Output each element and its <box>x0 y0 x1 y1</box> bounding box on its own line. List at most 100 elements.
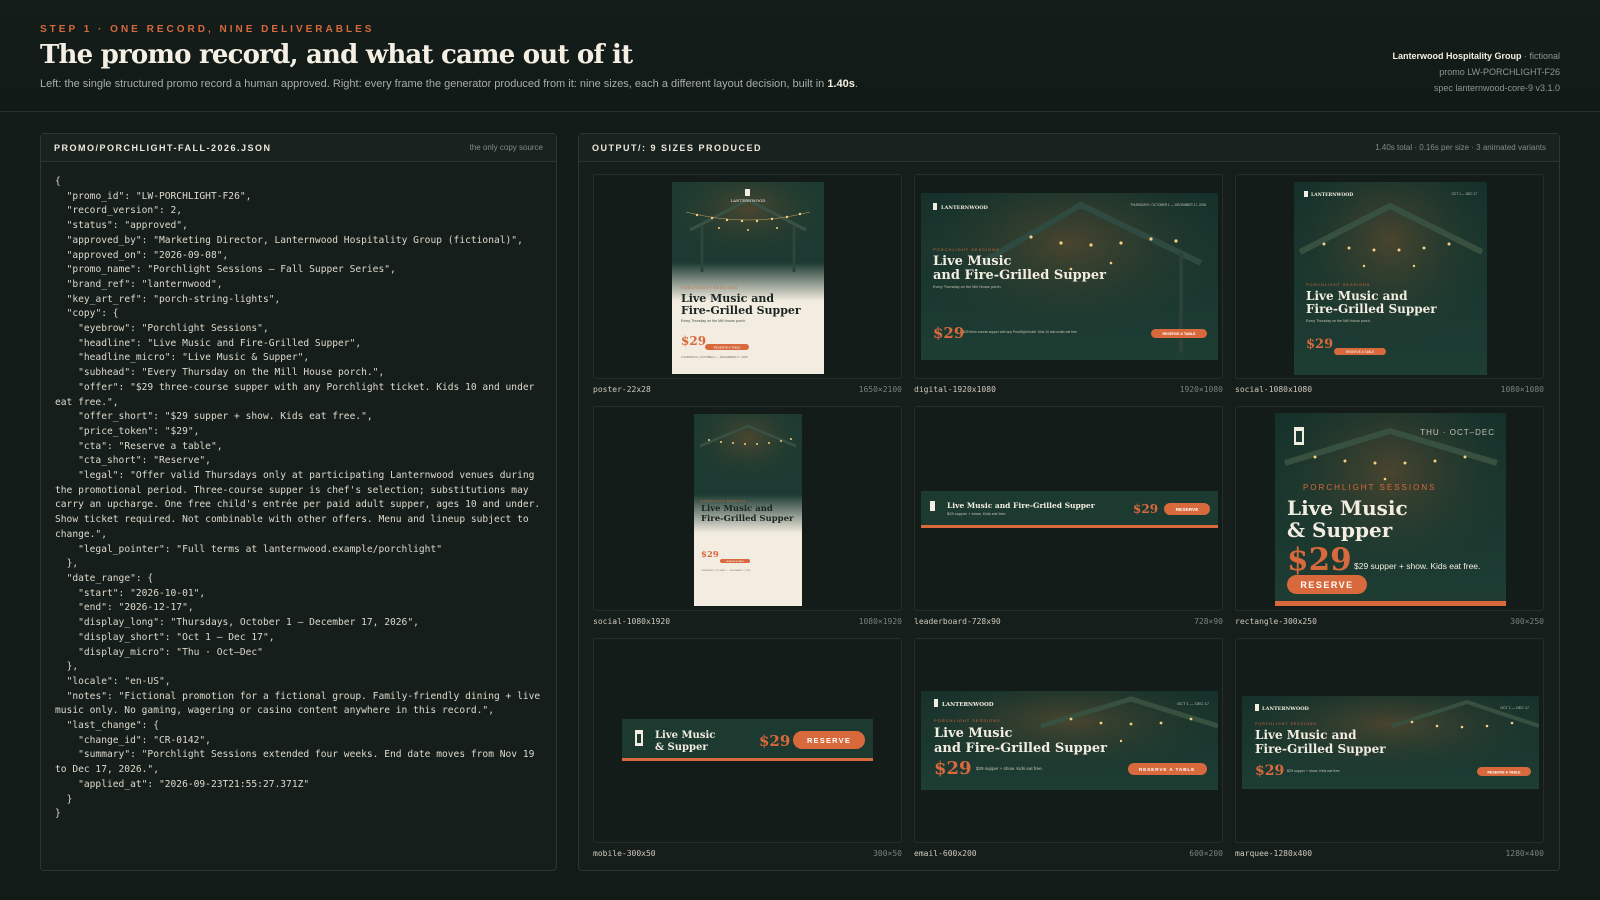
svg-text:$29 three-course supper with a: $29 three-course supper with any Porchli… <box>963 330 1078 334</box>
output-frame-mobile[interactable]: Live Music & Supper $29 RESERVE <box>593 638 902 843</box>
svg-text:Live Music and: Live Music and <box>701 504 773 514</box>
record-filename: PROMO/PORCHLIGHT-FALL-2026.JSON <box>54 142 272 153</box>
output-frame-poster[interactable]: LANTERNWOOD PORCHLIGHT SESSIONS Live Mus… <box>593 174 902 379</box>
svg-text:THURSDAYS, OCTOBER 1 — DECEMBE: THURSDAYS, OCTOBER 1 — DECEMBER 17, 2026 <box>681 355 748 359</box>
output-frame-marquee[interactable]: LANTERNWOOD OCT 1 — DEC 17 PORCHLIGHT SE… <box>1235 638 1544 843</box>
step-eyebrow: STEP 1 · ONE RECORD, NINE DELIVERABLES <box>40 24 375 35</box>
output-frame-social-story[interactable]: PORCHLIGHT SESSIONS Live Music and Fire-… <box>593 406 902 611</box>
svg-text:$29: $29 <box>1306 337 1333 352</box>
svg-text:$29 supper + show. Kids eat fr: $29 supper + show. Kids eat free. <box>947 511 1006 516</box>
panel-note: the only copy source <box>469 143 543 152</box>
output-caption: rectangle-300x250 300×250 <box>1235 617 1544 626</box>
output-frame-leaderboard[interactable]: Live Music and Fire-Grilled Supper $29 s… <box>914 406 1223 611</box>
svg-text:THU · OCT–DEC: THU · OCT–DEC <box>1420 428 1495 437</box>
promo-json-code[interactable]: { "promo_id": "LW-PORCHLIGHT-F26", "reco… <box>41 162 556 835</box>
panel-header: PROMO/PORCHLIGHT-FALL-2026.JSON the only… <box>41 134 556 162</box>
svg-text:Every Thursday on the Mill Hou: Every Thursday on the Mill House porch. <box>933 285 1002 289</box>
svg-text:THURSDAYS, OCTOBER 1 — DECEMBE: THURSDAYS, OCTOBER 1 — DECEMBER 17, 2026 <box>701 569 751 572</box>
output-caption: social-1080x1080 1080×1080 <box>1235 385 1544 394</box>
marquee-creative: LANTERNWOOD OCT 1 — DEC 17 PORCHLIGHT SE… <box>1242 696 1539 789</box>
svg-text:Live Music: Live Music <box>655 730 715 741</box>
svg-text:$29: $29 <box>759 732 790 750</box>
svg-text:$29 supper + show. Kids eat fr: $29 supper + show. Kids eat free. <box>1354 561 1480 571</box>
svg-text:PORCHLIGHT SESSIONS: PORCHLIGHT SESSIONS <box>1303 483 1436 492</box>
svg-text:RESERVE A TABLE: RESERVE A TABLE <box>1162 332 1196 336</box>
page-header: STEP 1 · ONE RECORD, NINE DELIVERABLES T… <box>0 0 1600 112</box>
rectangle-creative: THU · OCT–DEC PORCHLIGHT SESSIONS Live M… <box>1275 413 1506 606</box>
output-frame-rectangle[interactable]: THU · OCT–DEC PORCHLIGHT SESSIONS Live M… <box>1235 406 1544 611</box>
svg-text:Fire-Grilled Supper: Fire-Grilled Supper <box>701 514 794 524</box>
email-creative: LANTERNWOOD OCT 1 — DEC 17 PORCHLIGHT SE… <box>921 691 1218 790</box>
promo-meta: Lanterwood Hospitality Group · fictional… <box>1392 48 1560 96</box>
svg-text:PORCHLIGHT SESSIONS: PORCHLIGHT SESSIONS <box>1306 283 1370 287</box>
output-stats: 1.40s total · 0.16s per size · 3 animate… <box>1375 143 1546 152</box>
svg-text:Live Music and: Live Music and <box>1306 289 1408 303</box>
svg-text:$29: $29 <box>701 550 719 560</box>
svg-text:$29 supper + show. Kids eat fr: $29 supper + show. Kids eat free. <box>1287 769 1340 773</box>
output-caption: social-1080x1920 1080×1920 <box>593 617 902 626</box>
svg-text:PORCHLIGHT SESSIONS: PORCHLIGHT SESSIONS <box>1255 722 1317 726</box>
svg-text:$29: $29 <box>681 334 706 348</box>
svg-text:LANTERNWOOD: LANTERNWOOD <box>1311 192 1353 198</box>
svg-text:PORCHLIGHT SESSIONS: PORCHLIGHT SESSIONS <box>681 286 738 290</box>
svg-text:OCT 1 — DEC 17: OCT 1 — DEC 17 <box>1177 701 1210 706</box>
brand-wordmark: LANTERNWOOD <box>730 198 765 203</box>
svg-text:RESERVE: RESERVE <box>1300 580 1353 590</box>
svg-text:and Fire-Grilled Supper: and Fire-Grilled Supper <box>933 268 1106 283</box>
mobile-creative: Live Music & Supper $29 RESERVE <box>622 719 873 761</box>
svg-text:RESERVE: RESERVE <box>1176 507 1200 513</box>
output-title: OUTPUT/: 9 SIZES PRODUCED <box>592 142 763 153</box>
output-caption: mobile-300x50 300×50 <box>593 849 902 858</box>
svg-text:$29: $29 <box>1133 502 1158 516</box>
svg-text:Live Music: Live Music <box>1287 496 1408 520</box>
svg-text:RESERVE A TABLE: RESERVE A TABLE <box>1346 350 1375 354</box>
svg-text:LANTERNWOOD: LANTERNWOOD <box>941 205 989 211</box>
poster-creative: LANTERNWOOD PORCHLIGHT SESSIONS Live Mus… <box>672 182 824 374</box>
svg-text:PORCHLIGHT SESSIONS: PORCHLIGHT SESSIONS <box>701 499 746 503</box>
svg-text:THURSDAYS, OCTOBER 1 — DECEMBE: THURSDAYS, OCTOBER 1 — DECEMBER 17, 2026 <box>1130 203 1206 207</box>
svg-text:Every Thursday on the Mill Hou: Every Thursday on the Mill House porch. <box>1306 319 1371 323</box>
svg-text:$29: $29 <box>1255 763 1284 779</box>
page-subtitle: Left: the single structured promo record… <box>40 78 858 90</box>
svg-text:Every Thursday on the Mill Hou: Every Thursday on the Mill House porch. <box>681 319 746 323</box>
svg-text:$29: $29 <box>934 758 972 779</box>
output-frame-email[interactable]: LANTERNWOOD OCT 1 — DEC 17 PORCHLIGHT SE… <box>914 638 1223 843</box>
svg-text:RESERVE A TABLE: RESERVE A TABLE <box>726 560 745 563</box>
digital-creative: LANTERNWOOD THURSDAYS, OCTOBER 1 — DECEM… <box>921 193 1218 360</box>
svg-text:PORCHLIGHT SESSIONS: PORCHLIGHT SESSIONS <box>934 718 1001 723</box>
meta-promo-id: promo LW-PORCHLIGHT-F26 <box>1439 67 1560 77</box>
svg-text:RESERVE: RESERVE <box>807 736 851 745</box>
svg-text:RESERVE A TABLE: RESERVE A TABLE <box>1487 770 1521 774</box>
svg-text:$29: $29 <box>1287 542 1352 578</box>
svg-text:Fire-Grilled Supper: Fire-Grilled Supper <box>1255 742 1386 756</box>
svg-text:LANTERNWOOD: LANTERNWOOD <box>942 702 994 708</box>
build-time: 1.40s <box>827 78 855 90</box>
svg-text:OCT 1 — DEC 17: OCT 1 — DEC 17 <box>1452 192 1478 196</box>
social-story-creative: PORCHLIGHT SESSIONS Live Music and Fire-… <box>694 414 802 606</box>
meta-spec: spec lanternwood-core-9 v3.1.0 <box>1433 83 1560 93</box>
svg-text:LANTERNWOOD: LANTERNWOOD <box>1262 706 1310 712</box>
promo-record-panel: PROMO/PORCHLIGHT-FALL-2026.JSON the only… <box>40 133 557 871</box>
output-caption: digital-1920x1080 1920×1080 <box>914 385 1223 394</box>
svg-text:& Supper: & Supper <box>655 742 708 753</box>
svg-text:Live Music and Fire-Grilled Su: Live Music and Fire-Grilled Supper <box>947 501 1096 510</box>
output-caption: leaderboard-728x90 728×90 <box>914 617 1223 626</box>
output-frame-digital[interactable]: LANTERNWOOD THURSDAYS, OCTOBER 1 — DECEM… <box>914 174 1223 379</box>
page-title: The promo record, and what came out of i… <box>40 40 633 70</box>
svg-text:$29: $29 <box>933 324 964 342</box>
svg-text:RESERVE A TABLE: RESERVE A TABLE <box>714 345 741 349</box>
svg-text:Fire-Grilled Supper: Fire-Grilled Supper <box>681 304 801 317</box>
svg-text:Live Music: Live Music <box>933 254 1012 269</box>
leaderboard-creative: Live Music and Fire-Grilled Supper $29 s… <box>921 491 1218 528</box>
output-frame-social-square[interactable]: LANTERNWOOD OCT 1 — DEC 17 PORCHLIGHT SE… <box>1235 174 1544 379</box>
svg-text:RESERVE A TABLE: RESERVE A TABLE <box>1139 767 1195 773</box>
output-caption: marquee-1280x400 1280×400 <box>1235 849 1544 858</box>
output-caption: email-600x200 600×200 <box>914 849 1223 858</box>
meta-group: Lanterwood Hospitality Group <box>1392 51 1522 61</box>
svg-text:Fire-Grilled Supper: Fire-Grilled Supper <box>1306 302 1437 316</box>
svg-text:and Fire-Grilled Supper: and Fire-Grilled Supper <box>934 741 1107 756</box>
output-caption: poster-22x28 1650×2100 <box>593 385 902 394</box>
social-square-creative: LANTERNWOOD OCT 1 — DEC 17 PORCHLIGHT SE… <box>1294 182 1487 375</box>
svg-text:$29 supper + show. Kids eat fr: $29 supper + show. Kids eat free. <box>976 766 1043 771</box>
panel-header: OUTPUT/: 9 SIZES PRODUCED 1.40s total · … <box>579 134 1559 162</box>
